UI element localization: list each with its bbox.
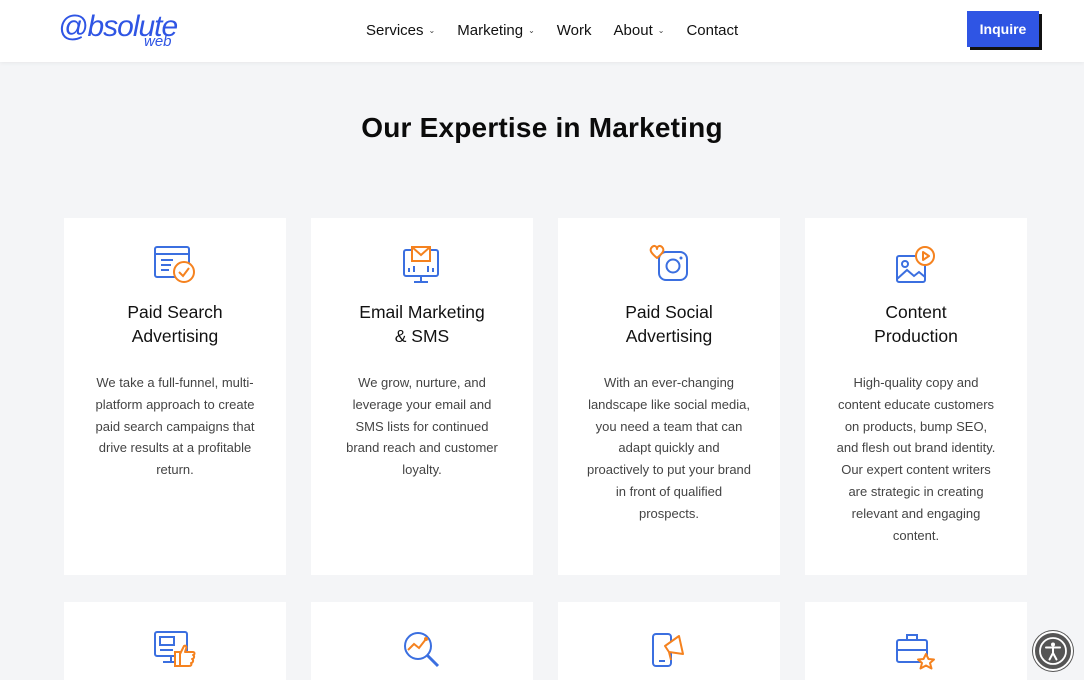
nav-label: Marketing	[457, 21, 524, 39]
search-ad-icon	[154, 246, 195, 283]
monitor-thumbs-up-icon	[154, 631, 196, 667]
absolute-web-logo[interactable]: @bsolute web	[58, 10, 188, 54]
card-title-line: & SMS	[394, 326, 450, 346]
nav-item-services[interactable]: Services ⌄	[366, 22, 435, 39]
chevron-down-icon: ⌄	[528, 25, 535, 35]
mobile-megaphone-icon	[652, 633, 684, 667]
social-heart-icon	[649, 244, 688, 281]
nav-item-work[interactable]: Work	[557, 22, 592, 39]
chevron-down-icon: ⌄	[428, 25, 436, 35]
chevron-down-icon: ⌄	[657, 25, 665, 35]
card-description: High-quality copy and content educate cu…	[836, 375, 996, 543]
card-title-line: Email Marketing	[359, 302, 485, 322]
nav-label: About	[613, 21, 653, 39]
card-description: We grow, nurture, and leverage your emai…	[346, 375, 498, 478]
accessibility-button[interactable]	[1033, 631, 1073, 671]
nav-label: Work	[556, 21, 592, 39]
card-title-line: Production	[874, 326, 958, 346]
accessibility-icon	[1039, 637, 1067, 665]
card-title: Email Marketing & SMS	[321, 300, 523, 348]
card-title-line: Paid Search	[127, 302, 223, 322]
nav-label: Contact	[686, 21, 739, 39]
card-title-line: Paid Social	[625, 302, 713, 322]
card-description: We take a full-funnel, multi-platform ap…	[95, 375, 255, 478]
card-description: With an ever-changing landscape like soc…	[586, 375, 752, 521]
page-title: Our Expertise in Marketing	[361, 112, 723, 143]
card-title-line: Advertising	[131, 326, 219, 346]
analytics-search-icon	[404, 632, 440, 668]
service-card-paid-search[interactable]: Paid Search Advertising We take a full-f…	[64, 218, 286, 575]
nav-item-marketing[interactable]: Marketing ⌄	[457, 22, 535, 39]
email-monitor-icon	[403, 246, 439, 283]
service-card[interactable]	[64, 602, 286, 680]
card-title: Content Production	[815, 300, 1017, 348]
service-card[interactable]	[558, 602, 780, 680]
nav-item-about[interactable]: About ⌄	[614, 22, 665, 39]
site-header: @bsolute web Services ⌄ Marketing ⌄ Work…	[0, 0, 1084, 62]
inquire-button[interactable]: Inquire	[967, 11, 1039, 47]
card-title: Paid Search Advertising	[74, 300, 276, 348]
service-card-content-production[interactable]: Content Production High-quality copy and…	[805, 218, 1027, 575]
card-title: Paid Social Advertising	[568, 300, 770, 348]
service-card[interactable]	[805, 602, 1027, 680]
briefcase-star-icon	[896, 634, 935, 670]
card-title-line: Content	[885, 302, 947, 322]
card-title-line: Advertising	[625, 326, 713, 346]
service-card-paid-social[interactable]: Paid Social Advertising With an ever-cha…	[558, 218, 780, 575]
nav-label: Services	[366, 21, 424, 39]
nav-item-contact[interactable]: Contact	[686, 22, 738, 39]
service-card-email-sms[interactable]: Email Marketing & SMS We grow, nurture, …	[311, 218, 533, 575]
logo-sub-wordmark: web	[144, 33, 172, 50]
content-media-icon	[896, 246, 935, 283]
main-nav: Services ⌄ Marketing ⌄ Work About ⌄ Cont…	[366, 18, 760, 42]
service-card[interactable]	[311, 602, 533, 680]
